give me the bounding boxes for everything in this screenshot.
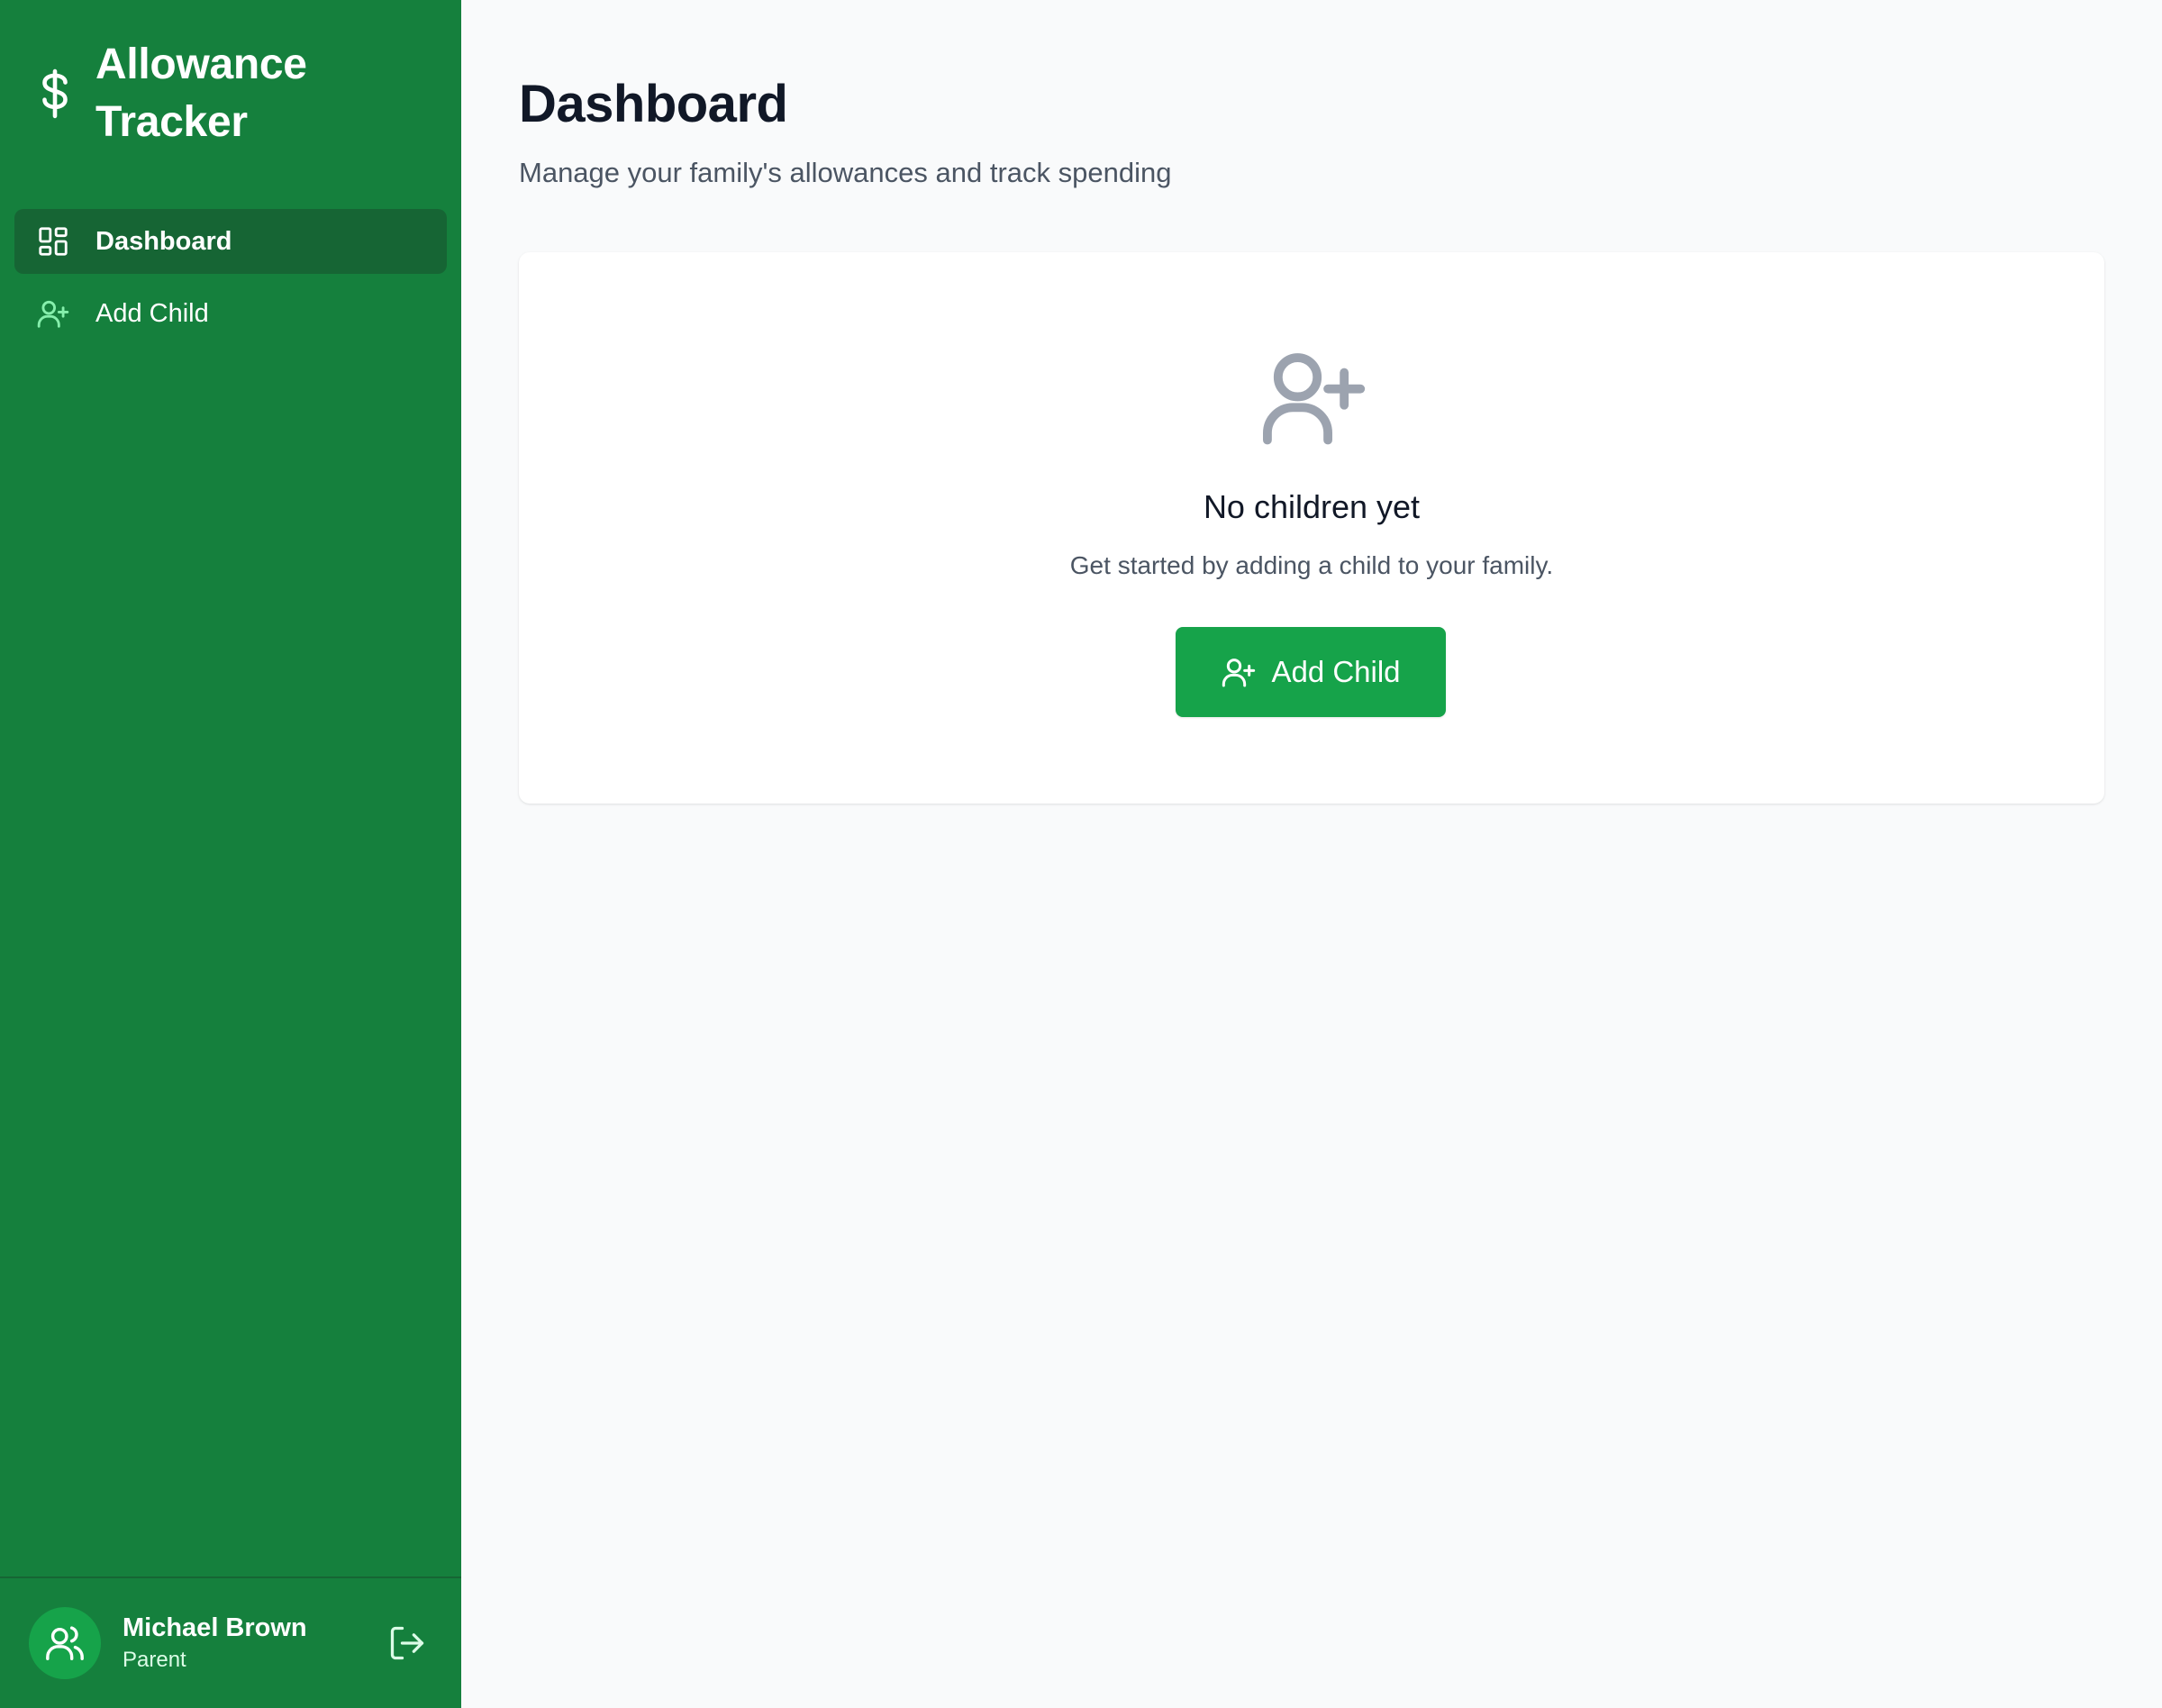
empty-state-card: No children yet Get started by adding a …: [519, 252, 2104, 804]
sidebar-item-label: Dashboard: [95, 226, 232, 256]
user-name: Michael Brown: [123, 1613, 307, 1642]
user-role: Parent: [123, 1648, 186, 1672]
user-plus-icon: [37, 300, 69, 328]
brand: Allowance Tracker: [34, 36, 307, 151]
dollar-sign-icon: [42, 68, 68, 119]
sidebar: Allowance Tracker Dashboard Add Child Mi…: [0, 0, 461, 1708]
user-plus-icon: [1222, 659, 1256, 687]
sidebar-item-add-child[interactable]: Add Child: [14, 281, 447, 346]
sidebar-item-label: Add Child: [95, 298, 209, 328]
sidebar-item-dashboard[interactable]: Dashboard: [14, 209, 447, 274]
avatar: [29, 1607, 101, 1679]
empty-state-text: Get started by adding a child to your fa…: [1069, 551, 1554, 579]
page-subtitle: Manage your family's allowances and trac…: [519, 157, 1172, 188]
empty-state-title: No children yet: [1203, 488, 1421, 525]
dashboard-icon: [39, 227, 68, 256]
main-content: Dashboard Manage your family's allowance…: [461, 0, 2162, 1708]
add-child-button-label: Add Child: [1271, 655, 1401, 688]
sidebar-nav: Dashboard Add Child: [14, 209, 447, 353]
brand-title: Allowance Tracker: [95, 36, 307, 151]
brand-title-line1: Allowance: [95, 41, 307, 88]
user-footer: Michael Brown Parent: [0, 1576, 461, 1708]
users-icon: [46, 1626, 84, 1660]
logout-icon[interactable]: [387, 1623, 427, 1663]
page-title: Dashboard: [519, 75, 788, 133]
user-info: Michael Brown Parent: [123, 1611, 357, 1676]
user-plus-icon: [1263, 353, 1366, 445]
app-root: Allowance Tracker Dashboard Add Child Mi…: [0, 0, 2162, 1708]
brand-title-line2: Tracker: [95, 98, 248, 146]
add-child-button[interactable]: Add Child: [1176, 627, 1446, 717]
